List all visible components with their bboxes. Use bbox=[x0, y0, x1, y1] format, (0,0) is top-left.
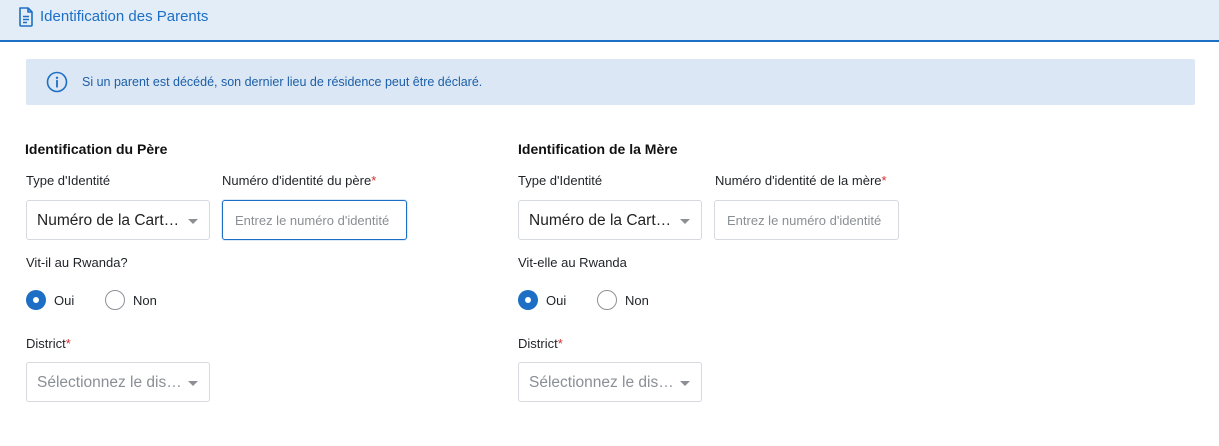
mother-radio-no-label: Non bbox=[625, 293, 649, 308]
required-marker: * bbox=[371, 173, 377, 188]
document-icon bbox=[18, 7, 34, 27]
required-marker: * bbox=[65, 336, 71, 351]
father-id-type-label: Type d'Identité bbox=[26, 173, 111, 188]
father-radio-no[interactable] bbox=[105, 290, 125, 310]
section-title: Identification des Parents bbox=[40, 8, 209, 25]
chevron-down-icon bbox=[188, 219, 198, 224]
mother-district-select[interactable]: Sélectionnez le district bbox=[518, 362, 702, 402]
father-district-label: District* bbox=[26, 336, 71, 351]
mother-id-type-select[interactable]: Numéro de la Carte d'Identité bbox=[518, 200, 702, 240]
mother-id-number-label: Numéro d'identité de la mère* bbox=[715, 173, 887, 188]
mother-lives-label: Vit-elle au Rwanda bbox=[518, 255, 627, 270]
mother-district-placeholder: Sélectionnez le district bbox=[529, 374, 675, 391]
father-district-placeholder: Sélectionnez le district bbox=[37, 374, 183, 391]
father-heading: Identification du Père bbox=[25, 141, 168, 157]
chevron-down-icon bbox=[188, 381, 198, 386]
section-header: Identification des Parents bbox=[0, 0, 1219, 42]
mother-radio-yes-label: Oui bbox=[546, 293, 567, 308]
mother-id-type-value: Numéro de la Carte d'Identité bbox=[529, 212, 675, 229]
father-lives-label: Vit-il au Rwanda? bbox=[26, 255, 128, 270]
info-banner: Si un parent est décédé, son dernier lie… bbox=[26, 59, 1195, 105]
required-marker: * bbox=[881, 173, 887, 188]
mother-id-type-label: Type d'Identité bbox=[518, 173, 603, 188]
mother-heading: Identification de la Mère bbox=[518, 141, 678, 157]
father-id-number-label: Numéro d'identité du père* bbox=[222, 173, 377, 188]
banner-text: Si un parent est décédé, son dernier lie… bbox=[82, 75, 483, 89]
father-district-select[interactable]: Sélectionnez le district bbox=[26, 362, 210, 402]
father-id-type-select[interactable]: Numéro de la Carte d'Identité bbox=[26, 200, 210, 240]
father-radio-yes-label: Oui bbox=[54, 293, 75, 308]
mother-district-label: District* bbox=[518, 336, 563, 351]
mother-radio-no[interactable] bbox=[597, 290, 617, 310]
mother-radio-yes[interactable] bbox=[518, 290, 538, 310]
mother-id-number-input[interactable] bbox=[714, 200, 899, 240]
father-id-type-value: Numéro de la Carte d'Identité bbox=[37, 212, 183, 229]
father-radio-yes[interactable] bbox=[26, 290, 46, 310]
chevron-down-icon bbox=[680, 219, 690, 224]
chevron-down-icon bbox=[680, 381, 690, 386]
required-marker: * bbox=[557, 336, 563, 351]
father-radio-no-label: Non bbox=[133, 293, 157, 308]
info-circle-icon bbox=[46, 71, 68, 93]
father-id-number-input[interactable] bbox=[222, 200, 407, 240]
